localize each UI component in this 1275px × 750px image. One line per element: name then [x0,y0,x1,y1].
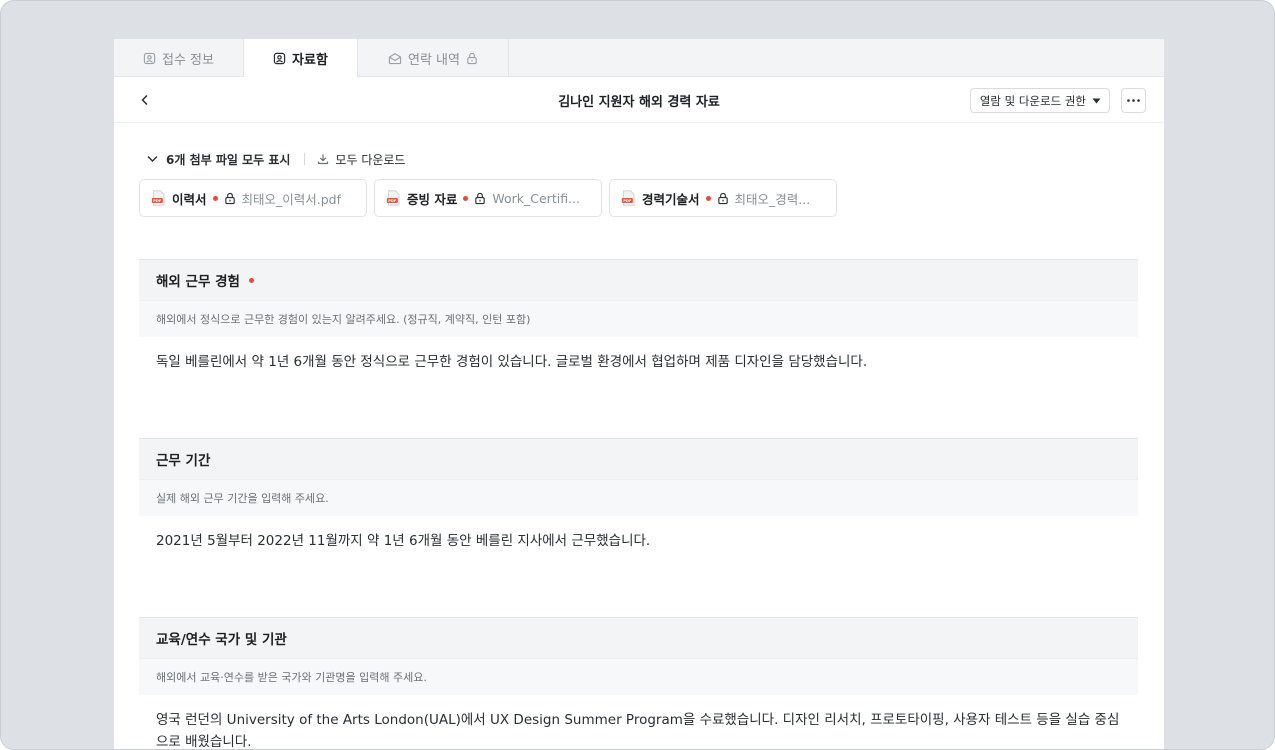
show-all-attachments-toggle[interactable]: 6개 첨부 파일 모두 표시 [147,151,290,168]
envelope-icon [388,52,402,64]
attachment-file-evidence[interactable]: PDF 증빙 자료 Work_Certifi... [374,179,602,217]
lock-icon [467,52,477,64]
tab-label: 연락 내역 [408,52,460,68]
section-title-text: 해외 근무 경험 [156,274,240,290]
page-header: 김나인 지원자 해외 경력 자료 열람 및 다운로드 권한 [114,77,1164,123]
pdf-icon: PDF [621,190,635,206]
required-dot [705,195,711,201]
lock-icon [717,192,728,204]
lock-icon [475,192,486,204]
download-icon [318,154,329,165]
attachment-file-resume[interactable]: PDF 이력서 최태오_이력서.pdf [139,179,367,217]
pdf-icon: PDF [151,190,165,206]
attachment-name: 경력기술서 [642,191,700,207]
download-all-button[interactable]: 모두 다운로드 [317,151,405,168]
window-frame: 접수 정보 자료함 연락 내역 김나인 지원자 해외 경력 자료 열람 및 다운… [0,0,1275,750]
section-answer: 독일 베를린에서 약 1년 6개월 동안 정식으로 근무한 경험이 있습니다. … [156,354,868,370]
required-dot [248,277,254,283]
section-title: 근무 기간 [139,438,1138,479]
permission-dropdown[interactable]: 열람 및 다운로드 권한 [969,88,1110,113]
chevron-down-icon [147,156,158,162]
section-description: 해외에서 교육·연수를 받은 국가와 기관명을 입력해 주세요. [139,658,1138,695]
section-answer: 2021년 5월부터 2022년 11월까지 약 1년 6개월 동안 베를린 지… [156,533,651,549]
more-options-button[interactable] [1121,88,1146,113]
svg-text:PDF: PDF [623,199,632,203]
attachment-file-career[interactable]: PDF 경력기술서 최태오_경력... [609,179,837,217]
required-dot [212,195,218,201]
svg-text:PDF: PDF [153,199,162,203]
tab-contact-history[interactable]: 연락 내역 [358,39,509,77]
attachment-name: 증빙 자료 [407,191,458,207]
section-description: 해외에서 정식으로 근무한 경험이 있는지 알려주세요. (정규직, 계약직, … [139,300,1138,337]
required-dot [463,195,469,201]
attachment-filename: 최태오_경력... [734,191,811,207]
user-card-icon [143,52,156,64]
attachment-list: PDF 이력서 최태오_이력서.pdf PDF 증빙 자료 Work_Certi… [139,179,837,217]
tab-application-info[interactable]: 접수 정보 [114,39,244,77]
section-overseas-work: 해외 근무 경험 해외에서 정식으로 근무한 경험이 있는지 알려주세요. (정… [139,259,1138,373]
section-title-text: 교육/연수 국가 및 기관 [156,632,287,648]
section-answer: 영국 런던의 University of the Arts London(UAL… [156,712,1120,750]
section-title: 교육/연수 국가 및 기관 [139,617,1138,658]
tab-label: 자료함 [292,52,328,68]
divider [304,153,306,165]
main-panel: 접수 정보 자료함 연락 내역 김나인 지원자 해외 경력 자료 열람 및 다운… [114,39,1164,750]
attachment-filename: Work_Certifi... [492,190,580,206]
download-all-label: 모두 다운로드 [335,152,406,167]
permission-label: 열람 및 다운로드 권한 [979,93,1086,108]
section-description: 실제 해외 근무 기간을 입력해 주세요. [139,479,1138,516]
attachment-filename: 최태오_이력서.pdf [241,191,342,207]
section-title-text: 근무 기간 [156,453,211,469]
ellipsis-icon [1127,99,1140,102]
tab-documents[interactable]: 자료함 [244,39,358,78]
section-work-period: 근무 기간 실제 해외 근무 기간을 입력해 주세요. 2021년 5월부터 2… [139,438,1138,552]
tab-bar: 접수 정보 자료함 연락 내역 [114,39,1164,78]
user-card-icon [273,52,286,64]
svg-text:PDF: PDF [388,199,397,203]
attachment-toggle-label: 6개 첨부 파일 모두 표시 [166,152,291,167]
attachment-bar: 6개 첨부 파일 모두 표시 모두 다운로드 [147,149,405,169]
pdf-icon: PDF [386,190,400,206]
caret-down-icon [1092,98,1101,103]
lock-icon [224,192,235,204]
section-title: 해외 근무 경험 [139,259,1138,300]
tab-label: 접수 정보 [162,52,214,68]
section-education: 교육/연수 국가 및 기관 해외에서 교육·연수를 받은 국가와 기관명을 입력… [139,617,1138,750]
attachment-name: 이력서 [172,191,207,207]
